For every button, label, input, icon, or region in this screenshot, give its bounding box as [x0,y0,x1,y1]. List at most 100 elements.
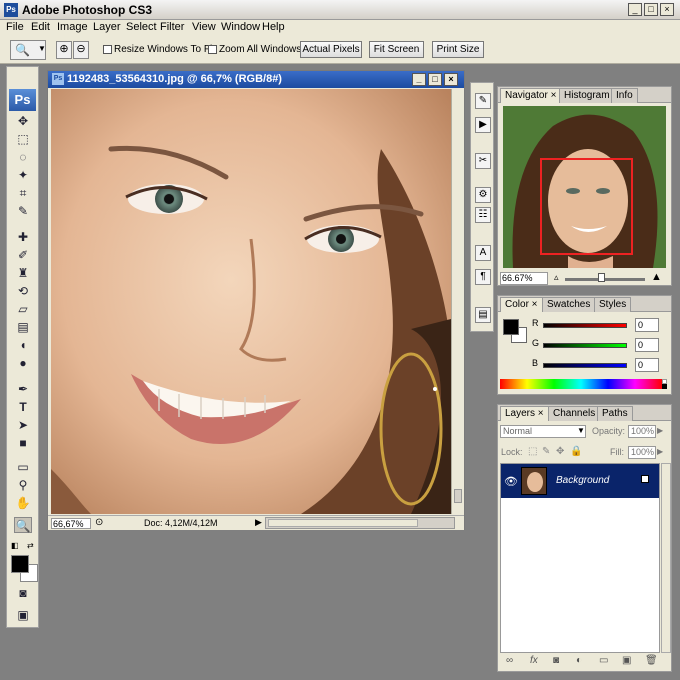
menu-file[interactable]: File [6,21,24,33]
actions-panel-icon[interactable]: ▶ [475,117,491,133]
fill-field[interactable]: 100% [628,446,656,459]
new-layer-icon[interactable]: ▣ [622,655,631,666]
type-tool-icon[interactable]: T [14,399,32,415]
zoom-out-icon[interactable]: ⊖ [73,41,89,59]
zoom-slider[interactable] [565,278,645,281]
foreground-color-swatch[interactable] [11,555,29,573]
eyedropper-tool-icon[interactable]: ⚲ [14,477,32,493]
zoom-slider-handle[interactable] [598,273,605,282]
blue-slider[interactable] [543,363,627,368]
chevron-down-icon[interactable]: ▼ [577,426,585,435]
navigator-view-box[interactable] [540,158,633,255]
hscroll-thumb[interactable] [268,519,418,527]
notes-panel-icon[interactable]: ▤ [475,307,491,323]
blur-tool-icon[interactable]: ◖ [14,337,32,353]
lock-transparent-icon[interactable]: ⬚ [528,446,537,457]
color-foreground-swatch[interactable] [503,319,519,335]
pen-tool-icon[interactable]: ✒ [14,381,32,397]
zoom-level[interactable]: 66,67% [51,518,91,529]
default-colors-icon[interactable]: ◧ [11,541,19,550]
doc-minimize-button[interactable]: _ [412,73,426,86]
ramp-black-chip[interactable] [662,384,667,389]
history-brush-tool-icon[interactable]: ⟲ [14,283,32,299]
tool-presets-icon[interactable]: ✂ [475,153,491,169]
menu-image[interactable]: Image [57,21,88,33]
print-size-button[interactable]: Print Size [432,41,484,58]
tab-color[interactable]: Color × [500,297,543,312]
tab-swatches[interactable]: Swatches [542,297,596,312]
adjustment-layer-icon[interactable]: ◐ [576,655,582,666]
tab-channels[interactable]: Channels [548,406,601,421]
hand-tool-icon[interactable]: ✋ [14,495,32,511]
green-slider[interactable] [543,343,627,348]
paragraph-panel-icon[interactable]: ¶ [475,269,491,285]
vertical-scrollbar[interactable] [451,89,463,514]
clone-stamp-tool-icon[interactable]: ♜ [14,265,32,281]
navigator-thumbnail[interactable] [503,106,666,268]
menu-filter[interactable]: Filter [160,21,184,33]
scroll-thumb[interactable] [454,489,462,503]
lock-pixels-icon[interactable]: ✎ [542,446,550,457]
magic-wand-tool-icon[interactable]: ✦ [14,167,32,183]
dodge-tool-icon[interactable]: ● [14,355,32,371]
fill-arrow-icon[interactable]: ▶ [657,447,663,456]
green-value[interactable]: 0 [635,338,659,352]
tab-paths[interactable]: Paths [597,406,633,421]
red-value[interactable]: 0 [635,318,659,332]
character-panel-icon[interactable]: A [475,245,491,261]
status-options-icon[interactable]: ⊙ [95,517,103,528]
opacity-arrow-icon[interactable]: ▶ [657,426,663,435]
menu-select[interactable]: Select [126,21,157,33]
menu-window[interactable]: Window [221,21,260,33]
layer-name[interactable]: Background [556,475,609,486]
minimize-button[interactable]: _ [628,3,642,16]
move-tool-icon[interactable]: ✥ [14,113,32,129]
resize-windows-checkbox[interactable] [103,45,112,54]
screen-mode-icon[interactable]: ▣ [14,607,32,623]
zoom-in-icon[interactable]: ⊕ [56,41,72,59]
layer-style-icon[interactable]: fx [530,655,538,666]
opacity-field[interactable]: 100% [628,425,656,438]
gradient-tool-icon[interactable]: ▤ [14,319,32,335]
link-layers-icon[interactable]: ∞ [506,655,513,666]
menu-help[interactable]: Help [262,21,285,33]
zoom-all-checkbox[interactable] [208,45,217,54]
delete-layer-icon[interactable]: 🗑 [645,655,658,666]
swap-colors-icon[interactable]: ⇄ [27,541,34,550]
doc-close-button[interactable]: × [444,73,458,86]
lock-all-icon[interactable]: 🔒 [570,446,582,457]
menu-view[interactable]: View [192,21,216,33]
tab-histogram[interactable]: Histogram [559,88,615,103]
horizontal-scrollbar[interactable] [265,517,455,529]
healing-brush-tool-icon[interactable]: ✚ [14,229,32,245]
blend-mode-select[interactable]: Normal [500,425,586,438]
fit-screen-button[interactable]: Fit Screen [369,41,424,58]
shape-tool-icon[interactable]: ■ [14,435,32,451]
marquee-tool-icon[interactable]: ⬚ [14,131,32,147]
blue-value[interactable]: 0 [635,358,659,372]
tab-styles[interactable]: Styles [594,297,632,312]
layer-row-background[interactable]: 👁 Background [501,464,659,498]
zoom-in-mountain-icon[interactable]: ▲ [651,271,662,283]
menu-layer[interactable]: Layer [93,21,121,33]
layer-comps-icon[interactable]: ⚙ [475,187,491,203]
actual-pixels-button[interactable]: Actual Pixels [300,41,362,58]
zoom-tool-icon[interactable]: 🔍 [14,517,32,533]
lock-position-icon[interactable]: ✥ [556,446,564,457]
red-slider[interactable] [543,323,627,328]
slice-tool-icon[interactable]: ✎ [14,203,32,219]
doc-maximize-button[interactable]: □ [428,73,442,86]
new-group-icon[interactable]: ▭ [599,655,608,666]
layers-scrollbar[interactable] [661,463,671,653]
visibility-eye-icon[interactable]: 👁 [504,475,518,488]
status-menu-arrow-icon[interactable]: ▶ [255,517,262,528]
crop-tool-icon[interactable]: ⌗ [14,185,32,201]
maximize-button[interactable]: □ [644,3,658,16]
tab-navigator[interactable]: Navigator × [500,88,562,103]
layer-mask-icon[interactable]: ◙ [553,655,559,666]
navigator-zoom-field[interactable]: 66.67% [500,272,548,285]
lasso-tool-icon[interactable]: ◌ [14,149,32,165]
menu-edit[interactable]: Edit [31,21,50,33]
color-ramp[interactable] [500,379,662,389]
image-canvas[interactable] [51,89,451,514]
